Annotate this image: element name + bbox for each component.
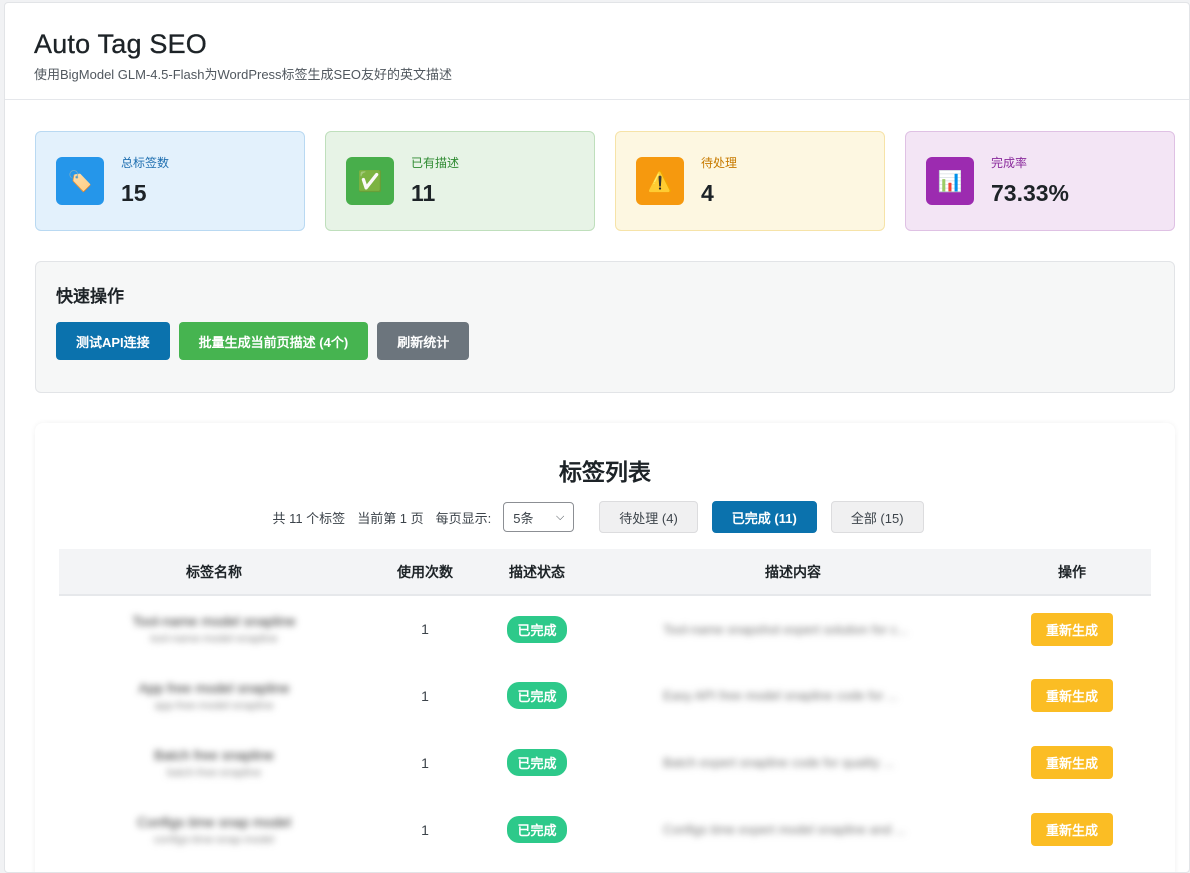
tag-list-panel: 标签列表 共 11 个标签 当前第 1 页 每页显示: 5条 ⌵ 待处理 (4)… xyxy=(35,423,1175,872)
regenerate-button[interactable]: 重新生成 xyxy=(1030,612,1113,646)
regenerate-button[interactable]: 重新生成 xyxy=(1030,746,1113,779)
per-page-value: 5条 xyxy=(513,510,534,526)
description-text: Configs time expert model snapline and .… xyxy=(663,822,906,837)
tag-name[interactable]: App free model snapline xyxy=(59,680,369,696)
description-text: Easy API free model snapline code for ..… xyxy=(663,688,898,703)
stat-value: 11 xyxy=(411,180,436,206)
stat-value: 4 xyxy=(701,180,714,206)
stat-label: 完成率 xyxy=(991,156,1028,170)
tag-icon: 🏷️ xyxy=(56,157,104,205)
table-header-row: 标签名称 使用次数 描述状态 描述内容 操作 xyxy=(59,549,1151,595)
stat-card-with-description: ✅ 已有描述 11 xyxy=(325,131,595,231)
current-page: 当前第 1 页 xyxy=(357,510,424,526)
batch-generate-button[interactable]: 批量生成当前页描述 (4个) xyxy=(178,322,369,360)
tag-name[interactable]: Batch free snapline xyxy=(59,747,369,763)
tag-list-title: 标签列表 xyxy=(559,459,651,485)
tag-table: 标签名称 使用次数 描述状态 描述内容 操作 Tool-name model s… xyxy=(59,549,1151,863)
per-page-label: 每页显示: xyxy=(435,510,492,526)
plugin-page: Auto Tag SEO 使用BigModel GLM-4.5-Flash为Wo… xyxy=(4,2,1190,873)
status-badge: 已完成 xyxy=(507,816,567,843)
stat-card-pending: ⚠️ 待处理 4 xyxy=(615,131,885,231)
filter-completed-button[interactable]: 已完成 (11) xyxy=(711,501,817,533)
stat-label: 待处理 xyxy=(701,156,738,170)
table-row: Tool-name model snapline tool-name-model-… xyxy=(59,595,1151,662)
usage-count: 1 xyxy=(421,754,429,771)
tag-slug: tool-name-model-snapline xyxy=(150,633,278,645)
regenerate-button[interactable]: 重新生成 xyxy=(1030,679,1113,712)
tag-name[interactable]: Configs time snap model xyxy=(59,814,369,830)
tag-slug: configs-time-snap-model xyxy=(153,833,275,846)
filter-pending-button[interactable]: 待处理 (4) xyxy=(599,501,698,533)
table-row: Configs time snap model configs-time-snap… xyxy=(59,796,1151,863)
tag-slug: app-free-model-snapline xyxy=(154,699,274,712)
column-header-action: 操作 xyxy=(1058,563,1086,580)
page-subtitle: 使用BigModel GLM-4.5-Flash为WordPress标签生成SE… xyxy=(34,67,453,82)
stat-label: 总标签数 xyxy=(121,156,170,170)
description-text: Batch expert snapline code for quality .… xyxy=(663,755,895,770)
column-header-status: 描述状态 xyxy=(509,563,565,580)
usage-count: 1 xyxy=(421,621,429,637)
column-header-name: 标签名称 xyxy=(186,563,242,580)
checkmark-icon: ✅ xyxy=(346,157,394,205)
table-row: App free model snapline app-free-model-sn… xyxy=(59,662,1151,729)
stat-value: 73.33% xyxy=(991,180,1070,206)
tag-slug: batch-free-snapline xyxy=(166,766,262,779)
stat-label: 已有描述 xyxy=(411,156,460,170)
refresh-stats-button[interactable]: 刷新统计 xyxy=(377,322,470,360)
stat-card-total-tags: 🏷️ 总标签数 15 xyxy=(35,131,305,231)
test-api-button[interactable]: 测试API连接 xyxy=(56,322,170,360)
status-badge: 已完成 xyxy=(507,682,567,709)
column-header-count: 使用次数 xyxy=(397,563,453,580)
description-text: Tool-name snapshot expert solution for c… xyxy=(663,621,908,637)
tag-name[interactable]: Tool-name model snapline xyxy=(59,613,369,629)
stat-value: 15 xyxy=(121,180,147,206)
per-page-select[interactable]: 5条 ⌵ xyxy=(503,502,575,532)
table-row: Batch free snapline batch-free-snapline 1… xyxy=(59,729,1151,796)
column-header-content: 描述内容 xyxy=(765,563,821,580)
status-badge: 已完成 xyxy=(507,615,567,643)
stats-row: 🏷️ 总标签数 15 ✅ 已有描述 11 ⚠️ 待处理 4 📊 完成率 73.3… xyxy=(35,131,1175,231)
total-count: 共 11 个标签 xyxy=(272,510,346,526)
usage-count: 1 xyxy=(421,821,429,838)
page-title: Auto Tag SEO xyxy=(34,29,208,59)
status-badge: 已完成 xyxy=(507,749,567,776)
quick-actions-panel: 快速操作 测试API连接 批量生成当前页描述 (4个) 刷新统计 xyxy=(35,261,1175,393)
chevron-down-icon: ⌵ xyxy=(555,510,565,523)
filter-all-button[interactable]: 全部 (15) xyxy=(830,501,924,533)
page-header: Auto Tag SEO 使用BigModel GLM-4.5-Flash为Wo… xyxy=(5,3,1189,100)
bar-chart-icon: 📊 xyxy=(926,157,974,205)
regenerate-button[interactable]: 重新生成 xyxy=(1030,813,1113,846)
warning-icon: ⚠️ xyxy=(636,157,684,205)
usage-count: 1 xyxy=(421,687,429,704)
stat-card-completion-rate: 📊 完成率 73.33% xyxy=(905,131,1175,231)
quick-actions-title: 快速操作 xyxy=(56,287,124,306)
tag-list-toolbar: 共 11 个标签 当前第 1 页 每页显示: 5条 ⌵ 待处理 (4) 已完成 … xyxy=(35,501,1175,533)
